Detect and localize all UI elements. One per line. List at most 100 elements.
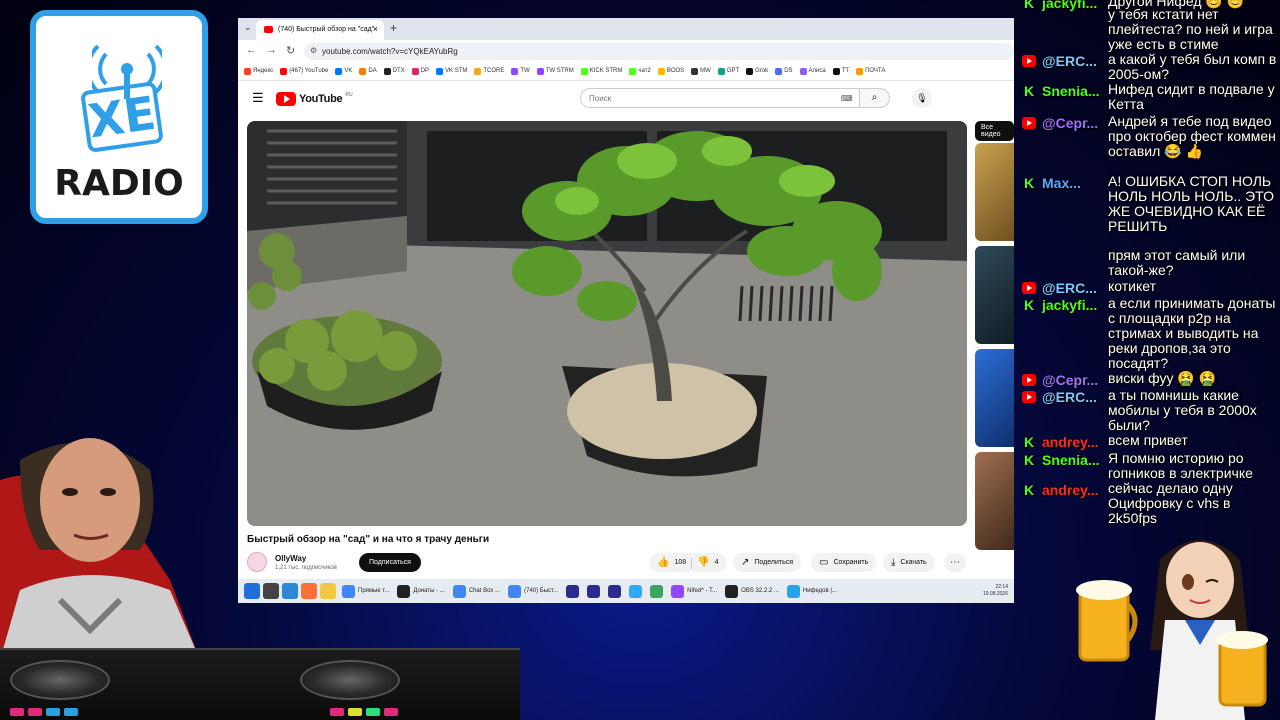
taskbar-app[interactable] <box>647 584 666 598</box>
bookmark-item[interactable]: DS <box>775 67 793 75</box>
download-button[interactable]: ⤓ Скачать <box>883 553 935 572</box>
performance-pad <box>330 708 344 716</box>
bookmark-item[interactable]: DTX <box>383 67 405 75</box>
video-player[interactable] <box>247 121 967 526</box>
like-count[interactable]: 108 <box>674 559 686 566</box>
chat-username: K Snenia... <box>1022 83 1114 99</box>
bookmark-item[interactable]: ПОЧТА <box>856 67 885 75</box>
bookmark-item[interactable]: Алиса <box>799 67 826 75</box>
app-icon <box>397 584 411 598</box>
share-button[interactable]: ↗ Поделиться <box>733 553 802 572</box>
xe-radio-logo: XE RADIO <box>30 10 208 224</box>
bookmark-item[interactable]: (467) YouTube <box>280 67 329 75</box>
related-video-thumbnail[interactable] <box>975 143 1014 241</box>
keyboard-icon[interactable]: ⌨ <box>841 94 853 103</box>
menu-icon[interactable]: ☰ <box>252 90 264 106</box>
bookmark-item[interactable]: TCORE <box>474 67 504 75</box>
bookmark-favicon-icon <box>691 67 699 75</box>
bookmark-item[interactable]: VK STM <box>436 67 467 75</box>
save-button[interactable]: ▭ Сохранить <box>811 553 877 572</box>
taskbar-app[interactable] <box>563 584 582 598</box>
voice-search-button[interactable]: 🎙 <box>912 88 932 108</box>
bookmark-item[interactable]: KICK STRM <box>580 67 622 75</box>
bookmark-item[interactable]: Яндекс <box>244 67 273 75</box>
channel-avatar[interactable] <box>247 552 267 572</box>
bookmark-item[interactable]: DP <box>411 67 429 75</box>
forward-icon[interactable]: → <box>266 44 277 56</box>
taskbar-app[interactable]: Chat Box ... <box>450 584 503 598</box>
start-menu-icon[interactable] <box>244 583 260 599</box>
bookmark-item[interactable]: Grok <box>746 67 769 75</box>
bookmark-item[interactable]: VK <box>335 67 352 75</box>
chat-message-text: а какой у тебя был комп в 2005-ом? <box>1108 51 1277 82</box>
file-explorer-icon[interactable] <box>320 583 336 599</box>
new-tab-button[interactable]: + <box>390 21 397 35</box>
tab-search-button[interactable]: ⌄ <box>244 22 252 33</box>
back-icon[interactable]: ← <box>246 44 257 56</box>
taskbar-app[interactable]: Донаты - ... <box>394 584 447 598</box>
taskbar-app-label: Прямые т... <box>358 588 390 594</box>
tab-youtube[interactable]: (740) Быстрый обзор на "сад" × <box>256 20 384 40</box>
chat-username-text: andrey... <box>1042 434 1099 450</box>
bookmark-item[interactable]: TW <box>511 67 530 75</box>
search-input[interactable]: Поиск <box>580 88 860 108</box>
like-icon[interactable]: 👍 <box>657 557 669 568</box>
reload-icon[interactable]: ↻ <box>286 44 295 57</box>
dislike-count[interactable]: 4 <box>715 559 719 566</box>
app-icon <box>786 584 800 598</box>
taskbar-app[interactable] <box>626 584 645 598</box>
bookmark-item[interactable]: TT <box>832 67 849 75</box>
app-icon <box>725 584 739 598</box>
app-icon <box>650 584 664 598</box>
taskbar-app[interactable]: (740) Быст... <box>505 584 561 598</box>
related-video-thumbnail[interactable] <box>975 246 1014 344</box>
taskbar-app-label: OBS 32.2.2 ... <box>741 588 779 594</box>
bookmark-label: (467) YouTube <box>289 68 329 74</box>
taskbar-app-label: (740) Быст... <box>524 588 559 594</box>
bookmark-item[interactable]: TW STRM <box>536 67 574 75</box>
subscribe-button[interactable]: Подписаться <box>359 553 421 572</box>
youtube-favicon-icon <box>264 26 273 33</box>
bookmark-favicon-icon <box>474 67 482 75</box>
bookmark-item[interactable]: MW <box>691 67 711 75</box>
taskbar-clock[interactable]: 22:14 19.08.2026 <box>983 584 1014 598</box>
bookmark-favicon-icon <box>832 67 840 75</box>
dislike-icon[interactable]: 👎 <box>697 557 709 568</box>
streamer-webcam <box>0 438 200 660</box>
taskbar-app[interactable] <box>584 584 603 598</box>
bookmark-item[interactable]: чат2 <box>629 67 651 75</box>
taskbar-app[interactable] <box>605 584 624 598</box>
task-view-icon[interactable] <box>263 583 279 599</box>
address-bar[interactable]: ⚙ youtube.com/watch?v=cYQkEAYubRg <box>304 43 1014 60</box>
bookmark-favicon-icon <box>746 67 754 75</box>
taskbar-app[interactable]: Нифедов |... <box>784 584 840 598</box>
app-icon <box>629 584 643 598</box>
bookmark-item[interactable]: GPT <box>717 67 739 75</box>
firefox-icon[interactable] <box>301 583 317 599</box>
site-info-icon[interactable]: ⚙ <box>310 46 317 55</box>
widgets-icon[interactable] <box>282 583 298 599</box>
bookmark-label: Grok <box>755 68 769 74</box>
related-video-thumbnail[interactable] <box>975 452 1014 550</box>
related-video-thumbnail[interactable] <box>975 349 1014 447</box>
related-filter-chip[interactable]: Все видео <box>975 121 1014 141</box>
taskbar-app[interactable]: Прямые т... <box>339 584 392 598</box>
search-button[interactable]: ⌕ <box>860 88 890 108</box>
more-actions-button[interactable]: ⋯ <box>944 553 966 572</box>
logo-mark: XE <box>80 81 164 153</box>
bookmark-item[interactable]: DA <box>359 67 377 75</box>
bookmark-favicon-icon <box>717 67 725 75</box>
browser-window: ⌄ (740) Быстрый обзор на "сад" × + ← → ↻… <box>238 18 1014 601</box>
browser-toolbar: ← → ↻ ⚙ youtube.com/watch?v=cYQkEAYubRg <box>238 40 1014 62</box>
taskbar-app[interactable]: OBS 32.2.2 ... <box>722 584 782 598</box>
video-title: Быстрый обзор на "сад" и на что я трачу … <box>247 534 490 545</box>
youtube-logo[interactable]: YouTube RU <box>276 92 353 106</box>
share-label: Поделиться <box>754 559 794 566</box>
close-tab-icon[interactable]: × <box>373 24 378 34</box>
bookmark-item[interactable]: BOOS <box>657 67 684 75</box>
chat-username-text: @Серг... <box>1042 115 1099 131</box>
chat-username-text: @ERC... <box>1042 53 1097 69</box>
channel-name[interactable]: OllyWay <box>275 554 306 563</box>
taskbar-app[interactable]: Nifed^ - T... <box>668 584 720 598</box>
video-frame <box>247 121 967 526</box>
